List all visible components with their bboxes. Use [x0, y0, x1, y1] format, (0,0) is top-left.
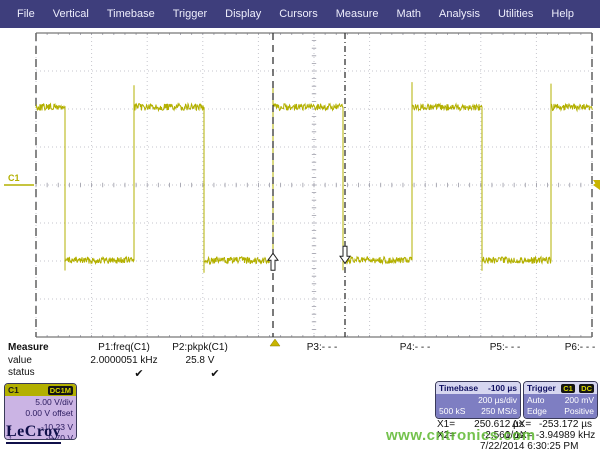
trigger-descriptor-box[interactable]: Trigger C1 DC Auto 200 mV Edge Positive	[523, 381, 598, 419]
menu-item-timebase[interactable]: Timebase	[98, 8, 164, 20]
menu-bar: FileVerticalTimebaseTriggerDisplayCursor…	[0, 0, 600, 28]
menu-item-math[interactable]: Math	[388, 8, 430, 20]
scope-display: C1	[0, 28, 600, 350]
measure-column-p2[interactable]: P2:pkpk(C1)25.8 V✔	[140, 342, 260, 380]
channel-offset: 0.00 V offset	[8, 408, 73, 419]
timebase-rate: 250 MS/s	[481, 406, 517, 417]
menu-item-display[interactable]: Display	[216, 8, 270, 20]
trigger-type: Edge	[527, 406, 547, 417]
trigger-coupling-badge: DC	[579, 384, 594, 393]
trigger-source-badge: C1	[561, 384, 575, 393]
timebase-body: 200 µs/div 500 kS 250 MS/s	[436, 394, 520, 418]
trigger-mode: Auto	[527, 395, 545, 406]
lecroy-logo: LeCroy	[6, 423, 61, 444]
channel-coupling-badge: DC1M	[48, 386, 73, 395]
menu-item-measure[interactable]: Measure	[327, 8, 388, 20]
trigger-title: Trigger	[527, 383, 556, 393]
menu-item-cursors[interactable]: Cursors	[270, 8, 327, 20]
measure-status-check: ✔	[155, 367, 275, 380]
timebase-delay: -100 µs	[488, 383, 517, 393]
value-row-header: value	[8, 355, 32, 366]
menu-item-vertical[interactable]: Vertical	[44, 8, 98, 20]
measure-label: P2:pkpk(C1)	[140, 342, 260, 353]
channel-c1-position-label[interactable]: C1	[8, 173, 20, 183]
trigger-level-marker[interactable]	[593, 180, 600, 190]
trigger-header: Trigger C1 DC	[524, 382, 597, 394]
timebase-tdiv: 200 µs/div	[439, 395, 517, 406]
trigger-body: Auto 200 mV Edge Positive	[524, 394, 597, 418]
measure-label: P6:- - -	[520, 342, 600, 353]
watermark: www.cntronics.com	[386, 427, 536, 444]
status-row-header: status	[8, 367, 35, 378]
menu-item-help[interactable]: Help	[542, 8, 583, 20]
measure-row-header: Measure	[8, 342, 49, 353]
menu-item-utilities[interactable]: Utilities	[489, 8, 542, 20]
channel-c1-header: C1 DC1M	[5, 384, 76, 396]
timebase-header: Timebase -100 µs	[436, 382, 520, 394]
trigger-level: 200 mV	[565, 395, 594, 406]
menu-item-trigger[interactable]: Trigger	[164, 8, 216, 20]
channel-vdiv: 5.00 V/div	[8, 397, 73, 408]
timebase-samples: 500 kS	[439, 406, 465, 417]
channel-c1-label: C1	[8, 385, 19, 395]
menu-item-analysis[interactable]: Analysis	[430, 8, 489, 20]
measure-column-p6[interactable]: P6:- - -	[520, 342, 600, 380]
timebase-title: Timebase	[439, 383, 478, 393]
menu-item-file[interactable]: File	[8, 8, 44, 20]
trigger-slope: Positive	[564, 406, 594, 417]
timebase-descriptor-box[interactable]: Timebase -100 µs 200 µs/div 500 kS 250 M…	[435, 381, 521, 419]
measure-value: 25.8 V	[140, 355, 260, 366]
